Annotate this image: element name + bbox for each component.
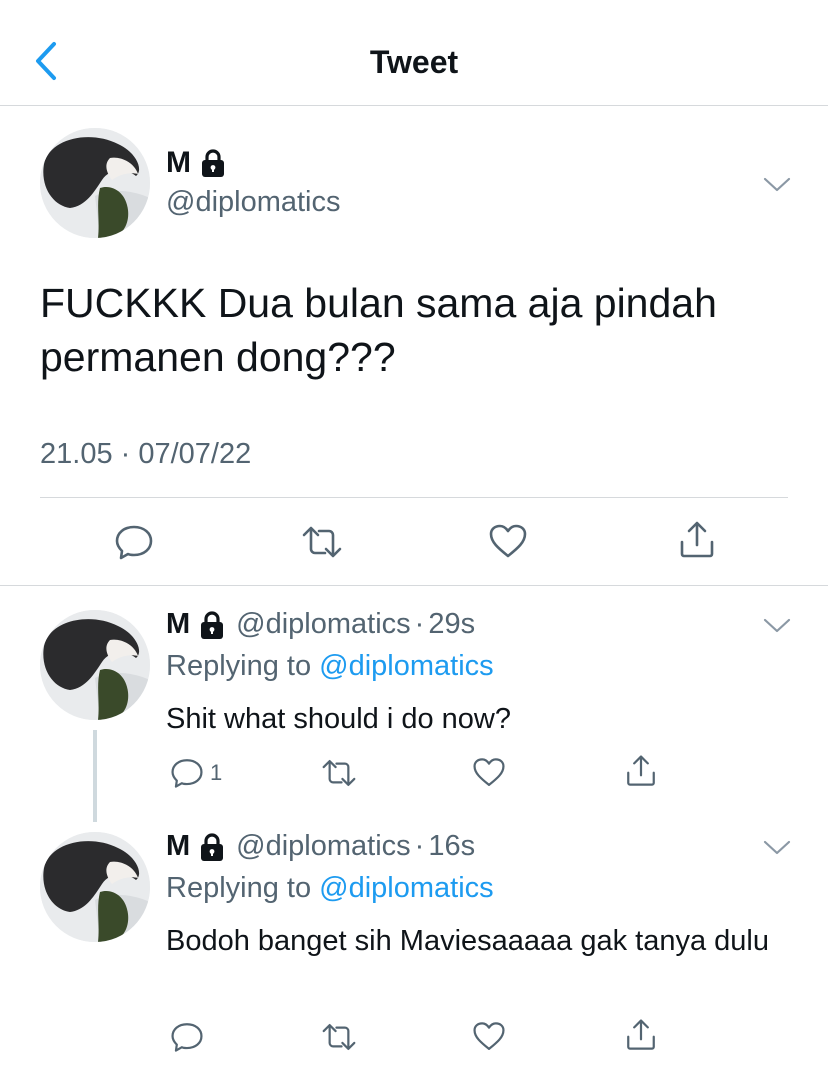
like-button[interactable] xyxy=(472,1020,506,1054)
like-button[interactable] xyxy=(472,756,506,790)
reply-header[interactable]: M @diplomatics · 16s xyxy=(166,830,475,863)
reply-time: 29s xyxy=(428,608,476,640)
thread-line xyxy=(93,730,97,822)
retweet-icon xyxy=(320,1020,358,1054)
author-name: M xyxy=(166,830,191,862)
author-handle[interactable]: @diplomatics xyxy=(166,186,341,219)
separator-dot: · xyxy=(414,830,425,862)
replying-to: Replying to @diplomatics xyxy=(166,872,494,905)
share-button[interactable] xyxy=(677,520,717,560)
separator-dot: · xyxy=(414,608,425,640)
divider xyxy=(0,585,828,586)
replying-label: Replying to xyxy=(166,872,312,904)
chevron-down-icon[interactable] xyxy=(762,176,792,194)
author-name-row[interactable]: M xyxy=(166,146,227,180)
reply-text: Bodoh banget sih Maviesaaaaa gak tanya d… xyxy=(166,925,769,957)
chevron-down-icon[interactable] xyxy=(762,839,792,857)
like-icon xyxy=(488,522,528,562)
author-handle: @diplomatics xyxy=(236,608,411,640)
avatar[interactable] xyxy=(40,610,150,720)
mention-link[interactable]: @diplomatics xyxy=(319,650,494,682)
reply-button[interactable]: 1 xyxy=(170,756,222,790)
avatar[interactable] xyxy=(40,128,150,238)
reply-count: 1 xyxy=(210,760,223,785)
share-icon xyxy=(624,1018,658,1052)
mention-link[interactable]: @diplomatics xyxy=(319,872,494,904)
reply-header[interactable]: M @diplomatics · 29s xyxy=(166,608,475,641)
retweet-button[interactable] xyxy=(320,756,358,790)
tweet-text: FUCKKK Dua bulan sama aja pindah permane… xyxy=(40,280,717,380)
like-icon xyxy=(472,1020,506,1054)
reply-button[interactable] xyxy=(114,522,154,562)
share-button[interactable] xyxy=(624,754,658,788)
author-name: M xyxy=(166,146,191,179)
share-icon xyxy=(624,754,658,788)
share-icon xyxy=(677,520,717,560)
tweet-timestamp: 21.05 · 07/07/22 xyxy=(40,438,252,470)
reply-button[interactable] xyxy=(170,1020,204,1054)
share-button[interactable] xyxy=(624,1018,658,1052)
retweet-button[interactable] xyxy=(320,1020,358,1054)
reply-icon xyxy=(114,522,154,562)
lock-icon xyxy=(198,610,226,640)
chevron-down-icon[interactable] xyxy=(762,617,792,635)
avatar[interactable] xyxy=(40,832,150,942)
retweet-icon xyxy=(320,756,358,790)
lock-icon xyxy=(199,148,227,178)
retweet-button[interactable] xyxy=(300,522,344,562)
replying-to: Replying to @diplomatics xyxy=(166,650,494,683)
reply-text: Shit what should i do now? xyxy=(166,703,511,735)
retweet-icon xyxy=(300,522,344,562)
like-icon xyxy=(472,756,506,790)
reply-icon xyxy=(170,1020,204,1054)
like-button[interactable] xyxy=(488,522,528,562)
reply-icon xyxy=(170,756,204,790)
author-name: M xyxy=(166,608,191,640)
reply-time: 16s xyxy=(428,830,476,862)
top-bar: Tweet xyxy=(0,0,828,106)
page-title: Tweet xyxy=(369,44,459,80)
divider xyxy=(40,497,788,498)
lock-icon xyxy=(198,832,226,862)
author-handle: @diplomatics xyxy=(236,830,411,862)
replying-label: Replying to xyxy=(166,650,312,682)
